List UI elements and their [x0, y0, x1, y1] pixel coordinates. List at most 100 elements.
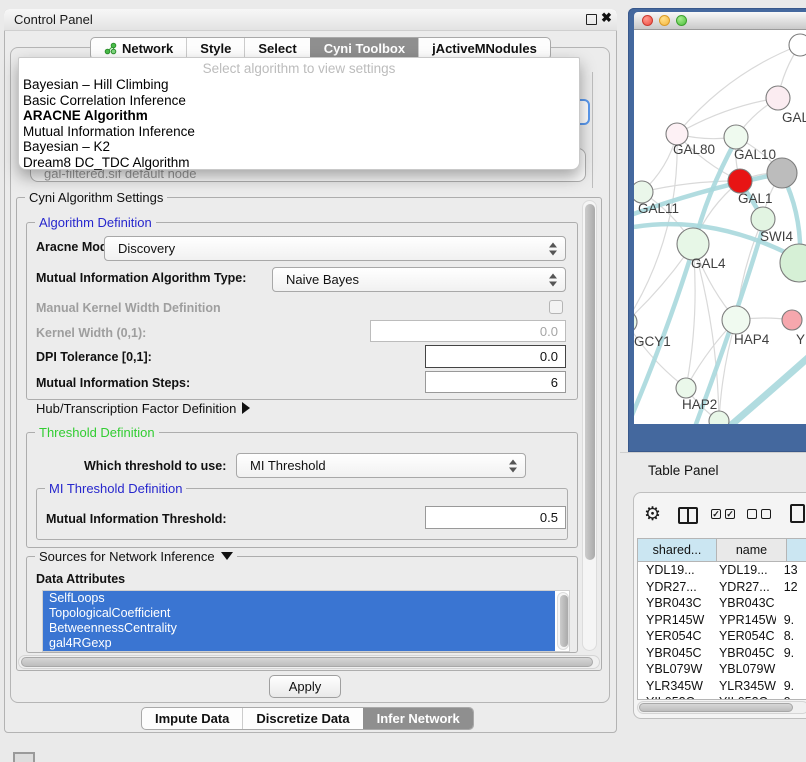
- expander-down-icon: [221, 552, 233, 560]
- which-threshold-value: MI Threshold: [250, 458, 326, 473]
- settings-horizontal-scrollbar[interactable]: [18, 655, 600, 669]
- table-row[interactable]: YDL19...YDL19...13: [638, 562, 806, 579]
- dropdown-placeholder: Select algorithm to view settings: [19, 60, 579, 77]
- table-cell: YBR043C: [711, 595, 776, 612]
- network-node-pink_right: [782, 310, 802, 330]
- gear-icon[interactable]: ⚙: [644, 503, 661, 526]
- data-attributes-list[interactable]: SelfLoopsTopologicalCoefficientBetweenne…: [42, 590, 570, 652]
- dpi-tolerance-field[interactable]: 0.0: [425, 345, 566, 368]
- minimize-traffic-light-icon[interactable]: [659, 15, 670, 26]
- attributes-list-scrollbar[interactable]: [557, 592, 569, 650]
- attribute-item-gal4rgexp[interactable]: gal4RGexp: [43, 636, 555, 651]
- table-row[interactable]: YDR27...YDR27...12: [638, 579, 806, 596]
- dropdown-item-bayesian-hill-climbing[interactable]: Bayesian – Hill Climbing: [19, 77, 579, 93]
- settings-vertical-scrollbar[interactable]: [582, 200, 597, 651]
- table-cell: YLR345W: [711, 678, 776, 695]
- tab-infer-network[interactable]: Infer Network: [363, 708, 473, 729]
- inference-groupbox-edge: [592, 72, 593, 188]
- table-cell: YDL19...: [638, 562, 711, 579]
- table-cell: 9.: [776, 645, 806, 662]
- node-label-gal80: GAL80: [673, 142, 715, 157]
- tab-label: Impute Data: [155, 711, 229, 726]
- settings-group-title: Cyni Algorithm Settings: [25, 190, 167, 205]
- close-icon[interactable]: ✖: [601, 10, 612, 26]
- deselect-all-checkbox-icon[interactable]: [747, 509, 757, 519]
- network-node-gray: [767, 158, 797, 188]
- table-cell: YBL079W: [711, 661, 776, 678]
- tab-discretize-data[interactable]: Discretize Data: [242, 708, 362, 729]
- tab-jactivemnodules[interactable]: jActiveMNodules: [418, 38, 550, 59]
- tab-label: Discretize Data: [256, 711, 349, 726]
- node-label-swi4: SWI4: [760, 229, 793, 244]
- column-header-name[interactable]: name: [717, 539, 787, 561]
- table-row[interactable]: YBL079WYBL079W: [638, 661, 806, 678]
- dropdown-item-dream8-dc-tdc-algorithm[interactable]: Dream8 DC_TDC Algorithm: [19, 155, 579, 171]
- network-icon: [104, 42, 117, 55]
- algorithm-definition-title: Algorithm Definition: [35, 215, 156, 230]
- table-row[interactable]: YER054CYER054C8.: [638, 628, 806, 645]
- table-row[interactable]: YLR345WYLR345W9.: [638, 678, 806, 695]
- node-label-hap4: HAP4: [734, 332, 770, 347]
- apply-button[interactable]: Apply: [269, 675, 341, 698]
- split-columns-icon[interactable]: [678, 507, 698, 524]
- hub-definition-label: Hub/Transcription Factor Definition: [36, 401, 236, 416]
- table-row[interactable]: YIL052CYIL052C9: [638, 694, 806, 700]
- node-table[interactable]: shared...nameA YDL19...YDL19...13YDR27..…: [637, 538, 806, 700]
- float-window-icon[interactable]: [586, 14, 597, 25]
- table-row[interactable]: YBR045CYBR045C9.: [638, 645, 806, 662]
- which-threshold-label: Which threshold to use:: [84, 459, 226, 473]
- deselect-all-checkbox-icon[interactable]: [761, 509, 771, 519]
- tab-select[interactable]: Select: [244, 38, 309, 59]
- sources-title-label: Sources for Network Inference: [39, 549, 215, 564]
- select-all-checkbox-icon[interactable]: ✓: [725, 509, 735, 519]
- mi-steps-field[interactable]: 6: [425, 371, 566, 393]
- hub-definition-expander[interactable]: Hub/Transcription Factor Definition: [36, 401, 250, 416]
- mi-threshold-field[interactable]: 0.5: [425, 506, 566, 529]
- mi-type-combo[interactable]: Naive Bayes: [272, 267, 566, 292]
- combo-stepper-icon: [549, 242, 559, 255]
- tab-label: jActiveMNodules: [432, 41, 537, 56]
- attribute-item-selfloops[interactable]: SelfLoops: [43, 591, 555, 606]
- network-canvas[interactable]: GALGAL80GAL10GAL1GAL11SWI4GAL4GCY1HAP4YH…: [634, 30, 806, 424]
- tab-network[interactable]: Network: [91, 38, 186, 59]
- dropdown-item-bayesian-k2[interactable]: Bayesian – K2: [19, 139, 579, 155]
- attribute-item-topologicalcoefficient[interactable]: TopologicalCoefficient: [43, 606, 555, 621]
- dropdown-item-basic-correlation-inference[interactable]: Basic Correlation Inference: [19, 93, 579, 109]
- tab-style[interactable]: Style: [186, 38, 244, 59]
- attribute-item-betweennesscentrality[interactable]: BetweennessCentrality: [43, 621, 555, 636]
- node-label-pink_right: Y: [796, 332, 805, 347]
- close-traffic-light-icon[interactable]: [642, 15, 653, 26]
- column-header-a[interactable]: A: [787, 539, 806, 561]
- table-row[interactable]: YBR043CYBR043C: [638, 595, 806, 612]
- kernel-width-field[interactable]: 0.0: [370, 320, 566, 342]
- algorithm-dropdown-popup: Select algorithm to view settings Bayesi…: [18, 57, 580, 170]
- column-header-shared-[interactable]: shared...: [638, 539, 717, 561]
- table-cell: YBR045C: [638, 645, 711, 662]
- node-label-hap2: HAP2: [682, 397, 717, 412]
- manual-kernel-checkbox[interactable]: [549, 300, 563, 314]
- tab-cyni-toolbox[interactable]: Cyni Toolbox: [310, 38, 418, 59]
- table-header-row: shared...nameA: [638, 539, 806, 562]
- sources-group-title[interactable]: Sources for Network Inference: [35, 549, 237, 564]
- table-row[interactable]: YPR145WYPR145W9.: [638, 612, 806, 629]
- table-cell: YDR27...: [638, 579, 711, 596]
- which-threshold-combo[interactable]: MI Threshold: [236, 453, 526, 478]
- node-label-gal11: GAL11: [638, 201, 679, 216]
- bottom-tab-bar: Impute Data Discretize Data Infer Network: [141, 707, 474, 730]
- export-table-icon[interactable]: [790, 504, 805, 523]
- network-node-hap2: [676, 378, 696, 398]
- table-horizontal-scrollbar[interactable]: [637, 701, 806, 714]
- bird-eye-view-button[interactable]: [13, 752, 35, 762]
- table-cell: YDL19...: [711, 562, 776, 579]
- table-cell: YLR345W: [638, 678, 711, 695]
- zoom-traffic-light-icon[interactable]: [676, 15, 687, 26]
- select-all-checkbox-icon[interactable]: ✓: [711, 509, 721, 519]
- network-node-pink_tr: [766, 86, 790, 110]
- tab-impute-data[interactable]: Impute Data: [142, 708, 242, 729]
- table-cell: YIL052C: [711, 694, 776, 700]
- dropdown-item-aracne-algorithm[interactable]: ARACNE Algorithm: [19, 108, 579, 124]
- aracne-mode-combo[interactable]: Discovery: [104, 236, 566, 261]
- data-attributes-label: Data Attributes: [36, 572, 125, 586]
- dropdown-item-mutual-information-inference[interactable]: Mutual Information Inference: [19, 124, 579, 140]
- mi-type-value: Naive Bayes: [286, 272, 359, 287]
